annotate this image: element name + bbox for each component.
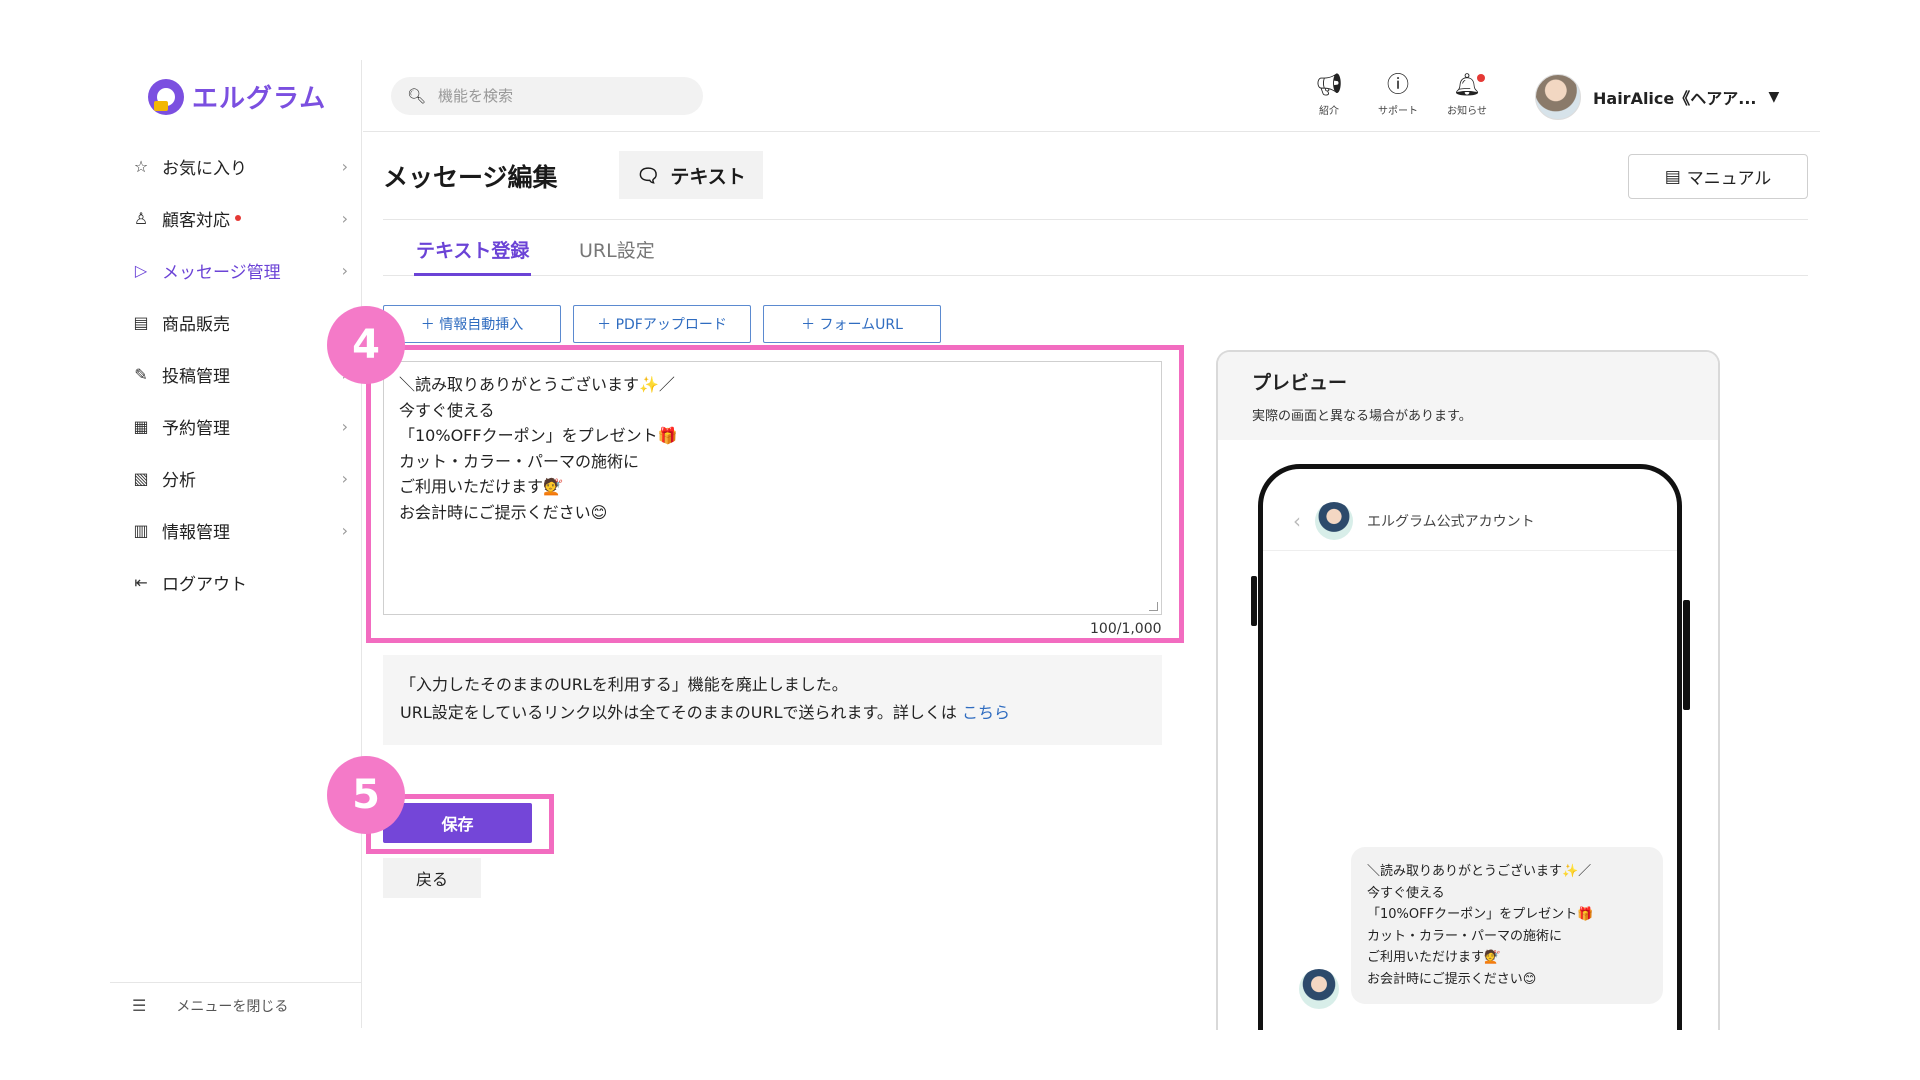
phone-mockup: ‹ エルグラム公式アカウント ＼読み取りありがとうございます✨／ 今すぐ使える … bbox=[1258, 464, 1682, 1030]
support-button[interactable]: ⓘ サポート bbox=[1368, 72, 1428, 117]
store-icon: ▤ bbox=[133, 312, 149, 332]
sidebar-item-reservations[interactable]: ▦ 予約管理 › bbox=[110, 400, 362, 452]
sidebar-item-label: 分析 bbox=[162, 470, 196, 491]
preview-title: プレビュー bbox=[1252, 372, 1348, 394]
sidebar: エルグラム ☆ お気に入り › ♙ 顧客対応 › ▷ メッセージ管理 › ▤ 商… bbox=[110, 60, 362, 1028]
sidebar-item-messages[interactable]: ▷ メッセージ管理 › bbox=[110, 244, 362, 296]
page-title: メッセージ編集 bbox=[383, 163, 558, 192]
book-icon: ▤ bbox=[1664, 166, 1681, 187]
menu-collapse-icon: ☰ bbox=[132, 996, 147, 1015]
chevron-right-icon: › bbox=[341, 416, 348, 436]
search-box[interactable]: 🔍︎ bbox=[391, 77, 703, 115]
chevron-right-icon: › bbox=[341, 156, 348, 176]
notice-line-2: URL設定をしているリンク以外は全てそのままのURLで送られます。詳しくは こち… bbox=[400, 699, 1145, 727]
sidebar-item-label: 投稿管理 bbox=[162, 366, 230, 387]
star-icon: ☆ bbox=[133, 156, 149, 176]
notification-dot bbox=[1477, 74, 1485, 82]
chevron-right-icon: › bbox=[341, 260, 348, 280]
sidebar-item-analytics[interactable]: ▧ 分析 › bbox=[110, 452, 362, 504]
edit-icon: ✎ bbox=[134, 364, 148, 384]
user-menu[interactable]: HairAlice《ヘアア... ▼ bbox=[1535, 74, 1779, 120]
search-icon: 🔍︎ bbox=[407, 87, 427, 105]
notice-line-2-text: URL設定をしているリンク以外は全てそのままのURLで送られます。詳しくは bbox=[400, 703, 957, 722]
form-url-button[interactable]: ＋ フォームURL bbox=[763, 305, 941, 343]
intro-button[interactable]: 📢︎ 紹介 bbox=[1299, 72, 1359, 117]
notice-line-1: 「入力したそのままのURLを利用する」機能を廃止しました。 bbox=[400, 675, 848, 694]
logout-icon: ⇤ bbox=[134, 572, 148, 592]
step-5-badge: 5 bbox=[327, 756, 405, 834]
tab-text-register[interactable]: テキスト登録 bbox=[414, 236, 532, 276]
top-bar: 🔍︎ 📢︎ 紹介 ⓘ サポート 🔔︎ お知らせ HairAlice《ヘアア...… bbox=[363, 60, 1820, 132]
chevron-left-icon: ‹ bbox=[1293, 508, 1301, 533]
support-label: サポート bbox=[1378, 106, 1418, 117]
chart-icon: ▥ bbox=[133, 520, 149, 540]
highlight-box-step4 bbox=[366, 345, 1184, 643]
preview-header: プレビュー 実際の画面と異なる場合があります。 bbox=[1218, 352, 1718, 440]
sidebar-item-posts[interactable]: ✎ 投稿管理 › bbox=[110, 348, 362, 400]
message-type-label: テキスト bbox=[670, 165, 746, 188]
menu-close-label: メニューを閉じる bbox=[176, 998, 289, 1015]
sidebar-item-favorites[interactable]: ☆ お気に入り › bbox=[110, 140, 362, 192]
logo-text: エルグラム bbox=[192, 84, 327, 114]
sender-avatar bbox=[1299, 969, 1339, 1009]
chevron-right-icon: › bbox=[341, 520, 348, 540]
step-4-badge: 4 bbox=[327, 306, 405, 384]
user-name: HairAlice《ヘアア... bbox=[1593, 89, 1757, 108]
chat-header: ‹ エルグラム公式アカウント bbox=[1263, 491, 1677, 551]
sidebar-item-label: 商品販売 bbox=[162, 314, 230, 335]
sidebar-nav: ☆ お気に入り › ♙ 顧客対応 › ▷ メッセージ管理 › ▤ 商品販売 ✎ … bbox=[110, 140, 362, 608]
search-input[interactable] bbox=[438, 87, 689, 105]
phone-side-button bbox=[1251, 576, 1257, 626]
report-icon: ▧ bbox=[133, 468, 149, 488]
divider bbox=[383, 219, 1808, 220]
bell-icon: 🔔︎ bbox=[1453, 73, 1481, 98]
phone-side-button bbox=[1683, 600, 1690, 710]
preview-panel: プレビュー 実際の画面と異なる場合があります。 ‹ エルグラム公式アカウント ＼… bbox=[1216, 350, 1720, 1030]
calendar-icon: ▦ bbox=[133, 416, 149, 436]
send-icon: ▷ bbox=[134, 260, 148, 280]
message-bubble: ＼読み取りありがとうございます✨／ 今すぐ使える 「10%OFFクーポン」をプレ… bbox=[1351, 847, 1663, 1004]
logo-icon bbox=[148, 78, 184, 115]
avatar bbox=[1535, 74, 1581, 120]
details-link[interactable]: こちら bbox=[962, 703, 1010, 722]
insert-info-button[interactable]: ＋ 情報自動挿入 bbox=[383, 305, 561, 343]
account-avatar bbox=[1315, 501, 1353, 540]
manual-button[interactable]: ▤ マニュアル bbox=[1628, 154, 1808, 199]
chevron-right-icon: › bbox=[341, 468, 348, 488]
sidebar-item-logout[interactable]: ⇤ ログアウト bbox=[110, 556, 362, 608]
megaphone-icon: 📢︎ bbox=[1315, 73, 1343, 98]
app-logo[interactable]: エルグラム bbox=[148, 78, 326, 115]
preview-subtitle: 実際の画面と異なる場合があります。 bbox=[1252, 409, 1472, 424]
person-icon: ♙ bbox=[133, 208, 149, 228]
tab-url-settings[interactable]: URL設定 bbox=[579, 236, 655, 276]
sidebar-item-label: 顧客対応 bbox=[162, 210, 230, 231]
sidebar-item-customer[interactable]: ♙ 顧客対応 › bbox=[110, 192, 362, 244]
sidebar-item-label: 予約管理 bbox=[162, 418, 230, 439]
sidebar-item-label: メッセージ管理 bbox=[162, 262, 281, 283]
notifications-label: お知らせ bbox=[1447, 106, 1487, 117]
message-type-chip: 🗨︎ テキスト bbox=[619, 151, 763, 199]
chat-bubble-icon: 🗨︎ bbox=[636, 164, 661, 187]
notification-dot bbox=[235, 215, 241, 221]
sidebar-item-sales[interactable]: ▤ 商品販売 bbox=[110, 296, 362, 348]
chevron-right-icon: › bbox=[341, 208, 348, 228]
sidebar-item-label: ログアウト bbox=[162, 574, 247, 595]
caret-down-icon: ▼ bbox=[1768, 89, 1780, 105]
back-button[interactable]: 戻る bbox=[383, 858, 481, 898]
sidebar-item-label: 情報管理 bbox=[162, 522, 230, 543]
manual-label: マニュアル bbox=[1686, 169, 1772, 189]
notifications-button[interactable]: 🔔︎ お知らせ bbox=[1437, 72, 1497, 117]
intro-label: 紹介 bbox=[1319, 106, 1339, 117]
sidebar-item-label: お気に入り bbox=[162, 158, 247, 179]
url-notice: 「入力したそのままのURLを利用する」機能を廃止しました。 URL設定をしている… bbox=[383, 655, 1162, 745]
menu-close-button[interactable]: ☰ メニューを閉じる bbox=[110, 982, 362, 1028]
tab-bar: テキスト登録 URL設定 bbox=[383, 232, 1808, 276]
account-name: エルグラム公式アカウント bbox=[1367, 513, 1535, 530]
help-icon: ⓘ bbox=[1386, 73, 1409, 98]
sidebar-item-info[interactable]: ▥ 情報管理 › bbox=[110, 504, 362, 556]
pdf-upload-button[interactable]: ＋ PDFアップロード bbox=[573, 305, 751, 343]
